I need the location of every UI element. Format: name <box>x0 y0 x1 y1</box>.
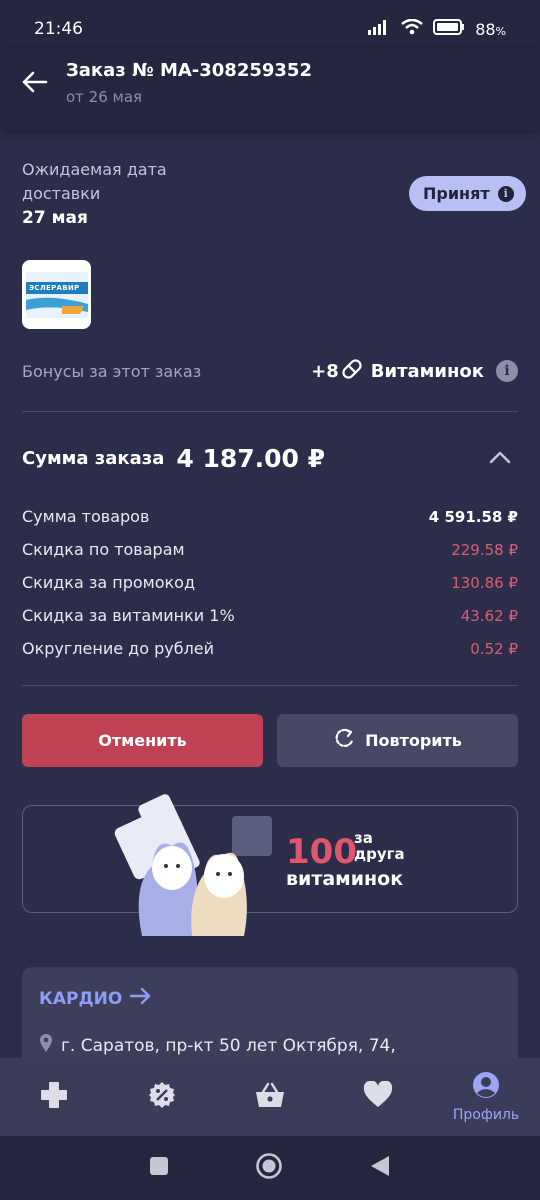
system-navigation <box>0 1136 540 1200</box>
delivery-date: 27 мая <box>22 208 88 228</box>
status-label: Принят <box>423 184 490 203</box>
nav-catalog[interactable] <box>4 1058 104 1136</box>
breakdown-label: Скидка за витаминки 1% <box>22 606 235 625</box>
order-sum-value: 4 187.00 ₽ <box>176 443 326 473</box>
cancel-button[interactable]: Отменить <box>22 714 263 767</box>
breakdown-value: 43.62 ₽ <box>460 606 518 625</box>
triangle-back-icon <box>371 1156 389 1176</box>
circle-home-icon <box>256 1153 282 1179</box>
breakdown-value: 130.86 ₽ <box>451 573 518 592</box>
promo-number: 100 <box>286 832 357 872</box>
nav-cart[interactable] <box>220 1058 320 1136</box>
divider <box>22 685 518 686</box>
back-nav-button[interactable] <box>369 1154 391 1182</box>
promo-caption-line2: друга <box>354 845 405 863</box>
breakdown-label: Округление до рублей <box>22 639 215 658</box>
status-icons: 88% <box>367 18 506 39</box>
promo-text: 100 за друга витаминок <box>286 830 466 900</box>
breakdown-row: Округление до рублей 0.52 ₽ <box>22 632 518 665</box>
breakdown-label: Скидка за промокод <box>22 573 196 592</box>
breakdown-row: Скидка по товарам 229.58 ₽ <box>22 533 518 566</box>
promo-caption-line1: за <box>354 829 373 847</box>
back-button[interactable] <box>18 68 50 100</box>
arrow-left-icon <box>20 70 48 98</box>
bonus-value: +8 Витаминок i <box>311 358 518 385</box>
product-thumbnail[interactable]: ЭСЛЕРАВИР <box>22 260 91 329</box>
pharmacy-name: КАРДИО <box>39 988 123 1009</box>
arrow-right-icon <box>130 987 152 1010</box>
battery-icon <box>433 19 465 39</box>
divider <box>22 411 518 412</box>
info-icon: i <box>497 185 514 202</box>
bonus-info-icon[interactable]: i <box>496 360 518 382</box>
cats-illustration <box>112 786 292 940</box>
pharmacy-name-link[interactable]: КАРДИО <box>39 987 152 1010</box>
order-sum-label: Сумма заказа <box>22 447 165 469</box>
app-header: Заказ № МА-308259352 от 26 мая <box>0 48 540 130</box>
nav-profile-label: Профиль <box>452 1107 520 1123</box>
order-sum-row[interactable]: Сумма заказа 4 187.00 ₽ <box>22 438 518 478</box>
nav-discounts[interactable] <box>112 1058 212 1136</box>
breakdown-label: Сумма товаров <box>22 507 150 526</box>
page-title: Заказ № МА-308259352 <box>66 60 312 81</box>
cancel-label: Отменить <box>98 731 187 750</box>
promo-caption: за друга <box>354 830 414 862</box>
repeat-button[interactable]: Повторить <box>277 714 518 767</box>
signal-icon <box>367 19 391 39</box>
wifi-icon <box>401 18 423 39</box>
location-pin-icon <box>39 1033 53 1058</box>
status-time: 21:46 <box>34 19 83 39</box>
plus-cross-icon <box>40 1081 68 1113</box>
order-details: Ожидаемая дата доставки 27 мая Принят i … <box>0 130 540 1058</box>
bonus-label: Бонусы за этот заказ <box>22 361 202 381</box>
promo-vitamins: витаминок <box>286 868 404 890</box>
profile-icon <box>472 1071 500 1103</box>
discount-badge-icon <box>148 1081 176 1113</box>
pharmacy-address-row: г. Саратов, пр-кт 50 лет Октября, 74, <box>39 1033 396 1058</box>
product-package-label: ЭСЛЕРАВИР <box>29 284 80 292</box>
battery-level: 88% <box>475 19 506 39</box>
recents-button[interactable] <box>149 1156 169 1180</box>
pill-icon <box>341 358 363 385</box>
chevron-up-icon[interactable] <box>488 446 512 474</box>
status-badge[interactable]: Принят i <box>409 176 526 211</box>
refresh-icon <box>333 728 355 754</box>
pharmacy-card[interactable]: КАРДИО г. Саратов, пр-кт 50 лет Октября,… <box>22 967 518 1058</box>
breakdown-value: 4 591.58 ₽ <box>428 507 518 526</box>
square-icon <box>150 1157 168 1175</box>
bottom-navigation: Профиль <box>0 1058 540 1136</box>
nav-profile[interactable]: Профиль <box>436 1058 536 1136</box>
breakdown-row: Скидка за промокод 130.86 ₽ <box>22 566 518 599</box>
bonus-amount: +8 <box>311 360 339 382</box>
nav-favorites[interactable] <box>328 1058 428 1136</box>
breakdown-value: 0.52 ₽ <box>470 639 518 658</box>
bonus-unit: Витаминок <box>370 360 484 382</box>
breakdown-value: 229.58 ₽ <box>451 540 518 559</box>
home-button[interactable] <box>255 1152 283 1184</box>
order-date: от 26 мая <box>66 88 143 106</box>
basket-icon <box>255 1081 285 1113</box>
repeat-label: Повторить <box>365 731 462 750</box>
breakdown-label: Скидка по товарам <box>22 540 185 559</box>
price-breakdown: Сумма товаров 4 591.58 ₽ Скидка по товар… <box>22 500 518 665</box>
heart-icon <box>363 1080 393 1113</box>
product-package-image <box>26 272 88 318</box>
pharmacy-address: г. Саратов, пр-кт 50 лет Октября, 74, <box>61 1035 396 1056</box>
bonus-row: Бонусы за этот заказ +8 Витаминок i <box>22 358 518 384</box>
breakdown-row: Сумма товаров 4 591.58 ₽ <box>22 500 518 533</box>
breakdown-row: Скидка за витаминки 1% 43.62 ₽ <box>22 599 518 632</box>
delivery-label: Ожидаемая дата доставки <box>22 160 167 203</box>
